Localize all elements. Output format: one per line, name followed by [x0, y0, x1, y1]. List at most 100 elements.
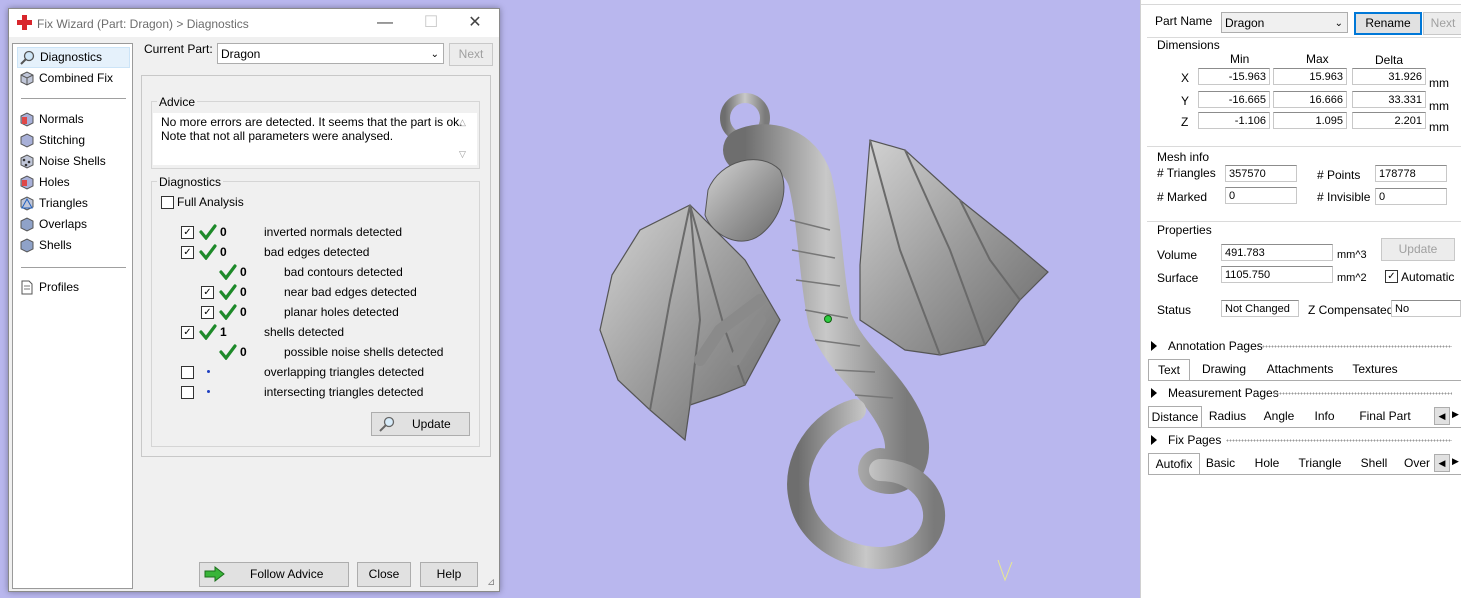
diag-row-checkbox[interactable]: ✓	[201, 286, 214, 299]
diag-row-label: near bad edges detected	[284, 285, 417, 299]
chevron-down-icon: ⌄	[430, 49, 439, 60]
diag-row-count: 0	[220, 245, 227, 259]
z-compensated-label: Z Compensated	[1308, 303, 1394, 317]
surface-label: Surface	[1157, 271, 1199, 285]
dim-unit: mm	[1429, 76, 1449, 90]
tab-basic[interactable]: Basic	[1198, 453, 1243, 473]
dim-unit: mm	[1429, 120, 1449, 134]
next-button[interactable]: Next	[449, 43, 493, 66]
tab-distance[interactable]: Distance	[1148, 406, 1202, 427]
full-analysis-checkbox[interactable]	[161, 196, 174, 209]
part-name-select[interactable]: Dragon ⌄	[1221, 12, 1348, 33]
automatic-checkbox[interactable]: ✓	[1385, 270, 1398, 283]
annotation-pages-bar[interactable]: Annotation Pages	[1141, 336, 1461, 356]
tab-radius[interactable]: Radius	[1200, 406, 1255, 426]
expand-icon	[1151, 388, 1157, 398]
nav-label: Stitching	[39, 133, 86, 147]
tab-scroll-right-icon[interactable]: ▶	[1452, 456, 1459, 467]
scroll-up-icon[interactable]: △	[459, 117, 466, 128]
document-icon	[21, 280, 33, 295]
resize-grip-icon[interactable]: ⊿	[487, 577, 495, 588]
tab-hole[interactable]: Hole	[1243, 453, 1291, 473]
current-part-label: Current Part:	[144, 42, 213, 56]
diag-row-label: possible noise shells detected	[284, 345, 444, 359]
nav-label: Overlaps	[39, 217, 88, 231]
diagnostics-label: Diagnostics	[157, 175, 224, 189]
close-window-button[interactable]: ✕	[461, 13, 489, 33]
scroll-down-icon[interactable]: ▽	[459, 149, 466, 160]
nav-label: Noise Shells	[39, 154, 106, 168]
volume-field: 491.783	[1221, 244, 1333, 261]
nav-item-stitching[interactable]: Stitching	[17, 131, 85, 150]
diag-row-checkbox[interactable]: ✓	[181, 326, 194, 339]
rename-button[interactable]: Rename	[1354, 12, 1422, 35]
full-analysis-label: Full Analysis	[177, 195, 244, 209]
shells-icon	[20, 238, 34, 253]
tab-triangle[interactable]: Triangle	[1291, 453, 1349, 473]
tab-angle[interactable]: Angle	[1255, 406, 1303, 426]
dialog-title: Fix Wizard (Part: Dragon) > Diagnostics	[37, 17, 249, 31]
axis-label: Z	[1181, 115, 1189, 129]
marked-label: # Marked	[1157, 190, 1208, 204]
help-button[interactable]: Help	[420, 562, 478, 587]
nav-item-triangles[interactable]: Triangles	[17, 194, 88, 213]
diag-row-checkbox[interactable]	[181, 366, 194, 379]
diag-row-checkbox[interactable]	[181, 386, 194, 399]
nav-item-noise-shells[interactable]: Noise Shells	[17, 152, 106, 171]
diag-row-count: 1	[220, 325, 227, 339]
status-field: Not Changed	[1221, 300, 1299, 317]
follow-advice-button[interactable]: Follow Advice	[199, 562, 349, 587]
fix-pages-label: Fix Pages	[1168, 433, 1222, 447]
diag-row-label: inverted normals detected	[264, 225, 403, 239]
measurement-tabs: Distance Radius Angle Info Final Part ◀ ▶	[1148, 406, 1461, 428]
nav-item-diagnostics[interactable]: Diagnostics	[17, 47, 130, 68]
tab-over[interactable]: Over	[1399, 453, 1435, 473]
tab-scroll-right-icon[interactable]: ▶	[1452, 409, 1459, 420]
close-button[interactable]: Close	[357, 562, 411, 587]
nav-item-profiles[interactable]: Profiles	[17, 278, 79, 297]
current-part-select[interactable]: Dragon ⌄	[217, 43, 444, 64]
advice-text-line-1: No more errors are detected. It seems th…	[161, 115, 463, 129]
follow-advice-label: Follow Advice	[250, 567, 324, 581]
magnifier-icon	[379, 416, 395, 432]
green-check-icon	[219, 264, 237, 280]
tab-drawing[interactable]: Drawing	[1188, 359, 1260, 379]
next-part-button[interactable]: Next	[1423, 12, 1461, 35]
advice-box: No more errors are detected. It seems th…	[153, 113, 477, 165]
fix-pages-bar[interactable]: Fix Pages	[1141, 430, 1461, 450]
green-check-icon	[199, 244, 217, 260]
tab-info[interactable]: Info	[1303, 406, 1346, 426]
update-properties-button[interactable]: Update	[1381, 238, 1455, 261]
magnifier-icon	[20, 50, 35, 65]
minimize-button[interactable]: —	[371, 13, 399, 33]
nav-item-overlaps[interactable]: Overlaps	[17, 215, 87, 234]
update-button[interactable]: Update	[371, 412, 470, 436]
title-bar[interactable]: Fix Wizard (Part: Dragon) > Diagnostics …	[9, 9, 499, 37]
nav-item-holes[interactable]: Holes	[17, 173, 70, 192]
tab-text[interactable]: Text	[1148, 359, 1190, 380]
diag-row-checkbox[interactable]: ✓	[201, 306, 214, 319]
tab-textures[interactable]: Textures	[1340, 359, 1410, 379]
tab-scroll-left-icon[interactable]: ◀	[1434, 454, 1450, 472]
green-check-icon	[219, 304, 237, 320]
fix-wizard-dialog: Fix Wizard (Part: Dragon) > Diagnostics …	[8, 8, 500, 592]
nav-item-combined-fix[interactable]: Combined Fix	[17, 69, 113, 88]
part-name-value: Dragon	[1225, 16, 1265, 30]
dim-delta-field: 33.331	[1352, 91, 1426, 108]
dim-min-field: -1.106	[1198, 112, 1270, 129]
nav-label: Diagnostics	[40, 50, 103, 64]
nav-item-shells[interactable]: Shells	[17, 236, 72, 255]
tab-attachments[interactable]: Attachments	[1260, 359, 1340, 379]
tab-shell[interactable]: Shell	[1349, 453, 1399, 473]
nav-item-normals[interactable]: Normals	[17, 110, 84, 129]
diag-row-checkbox[interactable]: ✓	[181, 226, 194, 239]
tab-scroll-left-icon[interactable]: ◀	[1434, 407, 1450, 425]
dim-max-field: 1.095	[1273, 112, 1347, 129]
green-check-icon	[219, 284, 237, 300]
tab-final-part[interactable]: Final Part	[1346, 406, 1424, 426]
measurement-pages-bar[interactable]: Measurement Pages	[1141, 383, 1461, 403]
nav-label: Combined Fix	[39, 71, 114, 85]
tab-autofix[interactable]: Autofix	[1148, 453, 1200, 474]
stitching-icon	[20, 133, 34, 148]
diag-row-checkbox[interactable]: ✓	[181, 246, 194, 259]
